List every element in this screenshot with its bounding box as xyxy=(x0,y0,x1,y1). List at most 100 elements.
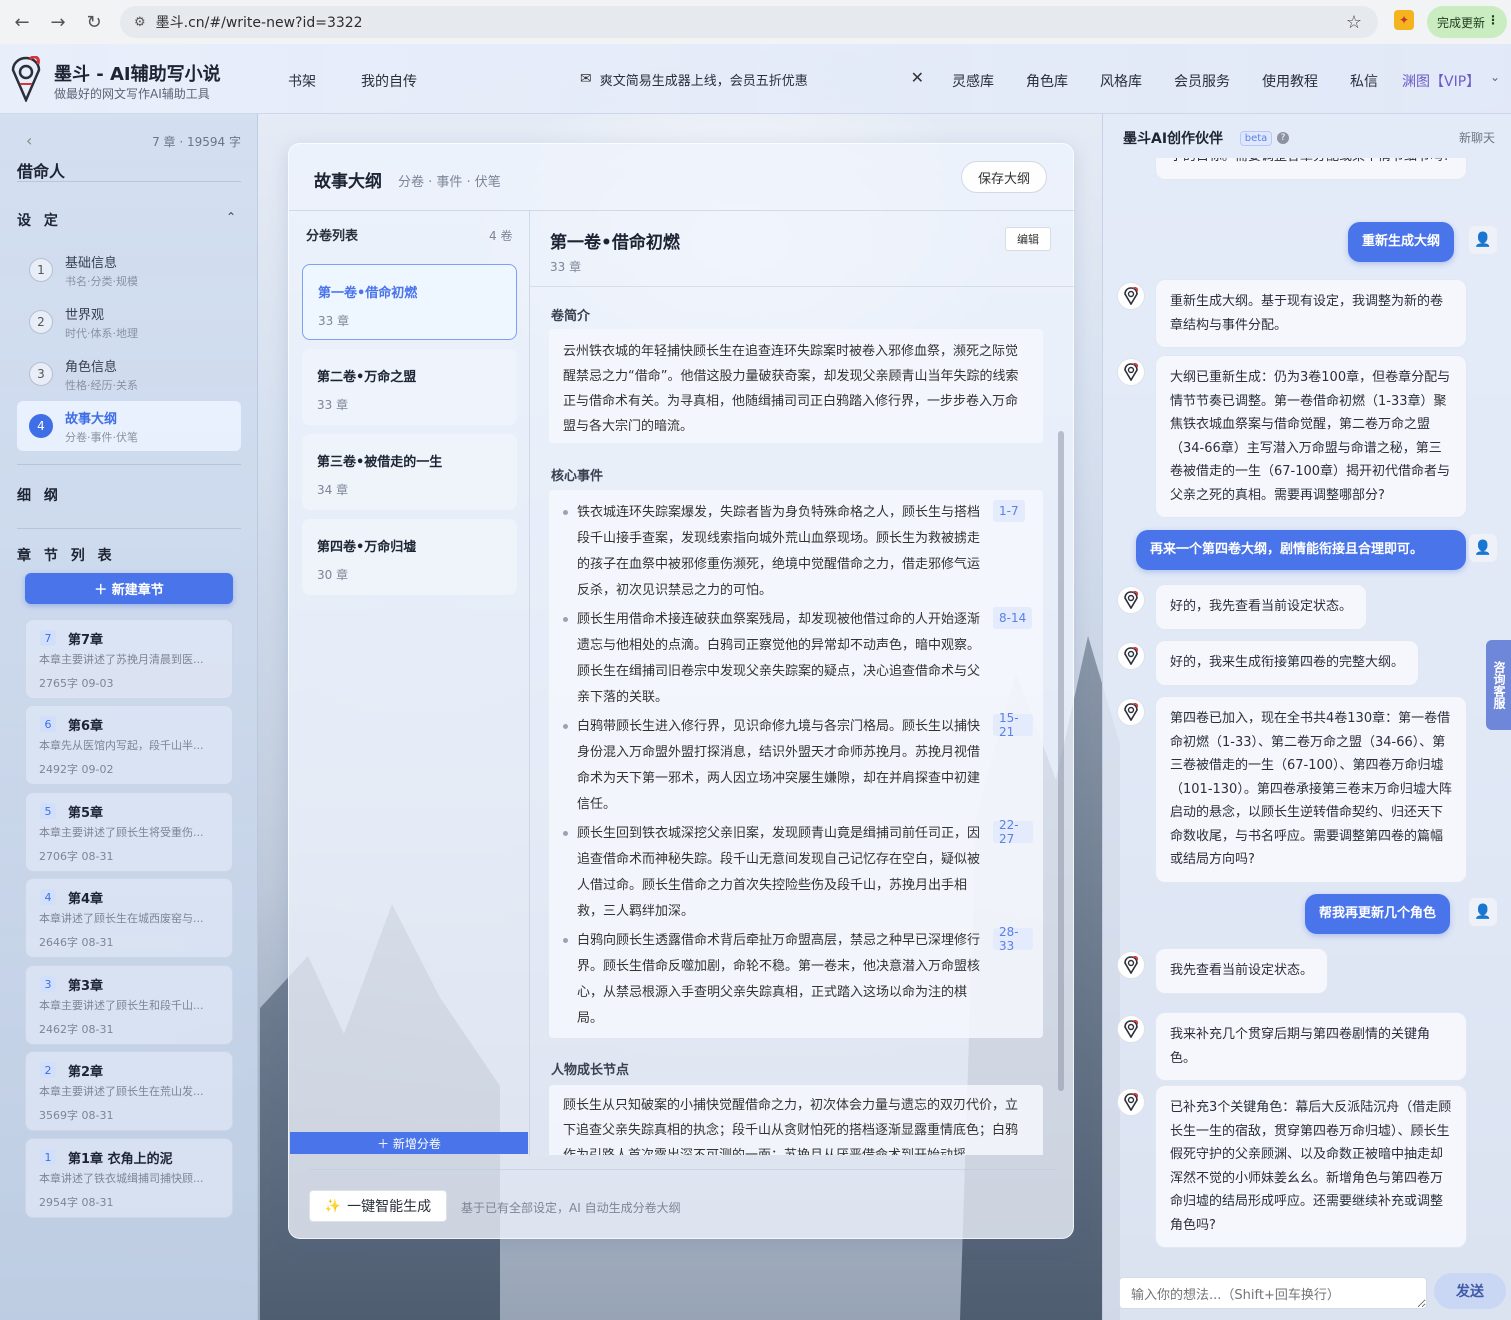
chapter-title: 第7章 xyxy=(68,633,104,648)
user-avatar-icon: 👤 xyxy=(1469,534,1497,562)
new-chat-button[interactable]: 新聊天 xyxy=(1459,129,1495,146)
send-button[interactable]: 发送 xyxy=(1434,1273,1506,1309)
chapter-card[interactable]: 5 第5章 本章主要讲述了顾长生将受重伤... 2706字 08-31 xyxy=(25,792,233,872)
close-icon[interactable]: ✕ xyxy=(911,68,924,87)
event-chapter-range: 1-7 xyxy=(993,500,1025,522)
growth-box: 顾长生从只知破案的小捕快觉醒借命之力，初次体会力量与遗忘的双刃代价，立下追查父亲… xyxy=(549,1085,1043,1155)
nav-messages[interactable]: 私信 xyxy=(1350,71,1378,91)
announcement-text[interactable]: 爽文简易生成器上线，会员五折优惠 xyxy=(600,70,808,89)
chapter-card[interactable]: 2 第2章 本章主要讲述了顾长生在荒山发... 3569字 08-31 xyxy=(25,1051,233,1131)
site-settings-icon[interactable]: ⚙ xyxy=(134,15,146,30)
extension-icon[interactable]: ✦ xyxy=(1394,10,1414,30)
chapter-card[interactable]: 4 第4章 本章讲述了顾长生在城西废窑与... 2646字 08-31 xyxy=(25,878,233,958)
save-outline-button[interactable]: 保存大纲 xyxy=(961,161,1047,193)
ai-message: 字的目标。需要调整各章分配或某个情节细节吗? xyxy=(1155,158,1467,180)
browser-toolbar: ← → ↻ ⚙ 墨斗.cn/#/write-new?id=3322 ☆ ✦ 完成… xyxy=(0,0,1511,44)
forward-icon[interactable]: → xyxy=(40,4,76,40)
help-icon[interactable]: ? xyxy=(1277,132,1289,144)
nav-styles[interactable]: 风格库 xyxy=(1100,71,1142,91)
edit-volume-button[interactable]: 编辑 xyxy=(1005,227,1051,251)
ai-message: 重新生成大纲。基于现有设定，我调整为新的卷章结构与事件分配。 xyxy=(1155,279,1467,348)
brand-title[interactable]: 墨斗 - AI辅助写小说 xyxy=(54,60,221,86)
new-chapter-button[interactable]: ＋ 新建章节 xyxy=(25,573,233,604)
customer-service-tab[interactable]: 咨询客服 xyxy=(1486,640,1511,730)
volume-list: 分卷列表 4 卷 第一卷•借命初燃 33 章 第二卷•万命之盟 33 章 第三卷… xyxy=(289,211,529,1156)
smart-generate-button[interactable]: ✨ 一键智能生成 xyxy=(309,1190,447,1222)
event-text: 顾长生回到铁衣城深挖父亲旧案，发现顾青山竟是缉捕司前任司正，因追查借命术而神秘失… xyxy=(577,826,981,919)
ai-message: 好的，我来生成衔接第四卷的完整大纲。 xyxy=(1155,640,1420,686)
bullet xyxy=(563,938,568,943)
address-bar[interactable]: ⚙ 墨斗.cn/#/write-new?id=3322 ☆ xyxy=(120,6,1378,38)
more-vert-icon: ⋮ xyxy=(1487,13,1499,27)
step-worldview[interactable]: 2 世界观 时代·体系·地理 xyxy=(17,297,241,347)
nav-characters[interactable]: 角色库 xyxy=(1026,71,1068,91)
user-message: 再来一个第四卷大纲，剧情能衔接且合理即可。 xyxy=(1136,530,1466,570)
add-volume-button[interactable]: ＋ 新增分卷 xyxy=(290,1132,528,1154)
step-subtitle: 分卷·事件·伏笔 xyxy=(65,431,138,444)
volume-card[interactable]: 第二卷•万命之盟 33 章 xyxy=(302,349,517,425)
intro-box: 云州铁衣城的年轻捕快顾长生在追查连环失踪案时被卷入邪修血祭，濒死之际觉醒禁忌之力… xyxy=(549,329,1043,443)
intro-section-header: 卷简介 xyxy=(551,309,591,324)
step-title: 故事大纲 xyxy=(65,412,118,427)
bookmark-star-icon[interactable]: ☆ xyxy=(1346,12,1362,33)
chapter-card[interactable]: 6 第6章 本章先从医馆内写起，段千山半... 2492字 09-02 xyxy=(25,705,233,785)
settings-section-header[interactable]: 设 定 xyxy=(17,210,62,230)
volume-detail: 第一卷•借命初燃 33 章 编辑 卷简介 云州铁衣城的年轻捕快顾长生在追查连环失… xyxy=(530,211,1074,1156)
announcement-bar[interactable]: ✉ 爽文简易生成器上线，会员五折优惠 ✕ xyxy=(566,62,936,96)
chapter-number-badge: 2 xyxy=(40,1062,56,1078)
book-stats: 7 章 · 19594 字 xyxy=(152,135,241,149)
bullet xyxy=(563,617,568,622)
volume-detail-scroll[interactable]: 卷简介 云州铁衣城的年轻捕快顾长生在追查连环失踪案时被卷入邪修血祭，濒死之际觉醒… xyxy=(530,287,1060,1155)
outline-panel: 故事大纲 分卷 · 事件 · 伏笔 保存大纲 分卷列表 4 卷 第一卷•借命初燃… xyxy=(288,143,1075,1239)
chapter-summary: 本章主要讲述了顾长生和段千山... xyxy=(39,999,204,1012)
chat-input[interactable] xyxy=(1119,1277,1427,1309)
growth-text: 顾长生从只知破案的小捕快觉醒借命之力，初次体会力量与遗忘的双刃代价，立下追查父亲… xyxy=(563,1098,1019,1155)
volume-card[interactable]: 第三卷•被借走的一生 34 章 xyxy=(302,434,517,510)
chat-title: 墨斗AI创作伙伴 xyxy=(1123,131,1224,147)
detail-outline-link[interactable]: 细 纲 xyxy=(17,485,62,505)
scrollbar[interactable] xyxy=(1058,431,1064,1091)
back-icon[interactable]: ← xyxy=(4,4,40,40)
nav-tutorial[interactable]: 使用教程 xyxy=(1262,71,1318,91)
volume-chapter-count: 34 章 xyxy=(317,483,349,497)
event-chapter-range: 22-27 xyxy=(993,818,1033,846)
event-text: 铁衣城连环失踪案爆发，失踪者皆为身负特殊命格之人，顾长生与搭档段千山接手查案，发… xyxy=(577,505,981,598)
reload-icon[interactable]: ↻ xyxy=(76,4,112,40)
bot-avatar-icon xyxy=(1117,951,1145,979)
bot-avatar-icon xyxy=(1117,1088,1145,1116)
step-basic-info[interactable]: 1 基础信息 书名·分类·规模 xyxy=(17,245,241,295)
update-button[interactable]: 完成更新 ⋮ xyxy=(1427,6,1507,38)
volume-name: 第三卷•被借走的一生 xyxy=(317,455,443,470)
chapter-summary: 本章主要讲述了苏挽月清晨到医... xyxy=(39,653,204,666)
chapter-title: 第6章 xyxy=(68,719,104,734)
ai-chat-panel: 墨斗AI创作伙伴 beta ? 新聊天 字的目标。需要调整各章分配或某个情节细节… xyxy=(1102,114,1511,1320)
chapter-meta: 2954字 08-31 xyxy=(39,1196,114,1209)
step-character-info[interactable]: 3 角色信息 性格·经历·关系 xyxy=(17,349,241,399)
chapter-title: 第5章 xyxy=(68,806,104,821)
brand-subtitle: 做最好的网文写作AI辅助工具 xyxy=(54,87,210,101)
chevron-left-icon[interactable]: ‹ xyxy=(26,131,32,150)
chapter-card[interactable]: 7 第7章 本章主要讲述了苏挽月清晨到医... 2765字 09-03 xyxy=(25,619,233,699)
volume-list-header: 分卷列表 xyxy=(306,229,359,244)
nav-bookshelf[interactable]: 书架 xyxy=(288,71,316,91)
volume-card[interactable]: 第四卷•万命归墟 30 章 xyxy=(302,519,517,595)
nav-inspiration[interactable]: 灵感库 xyxy=(952,71,994,91)
user-avatar-icon: 👤 xyxy=(1469,226,1497,254)
events-section-header: 核心事件 xyxy=(551,469,604,484)
nav-autobiography[interactable]: 我的自传 xyxy=(361,71,417,91)
chevron-down-icon[interactable]: ⌄ xyxy=(1490,70,1500,84)
bot-avatar-icon xyxy=(1117,698,1145,726)
chapter-card[interactable]: 1 第1章 衣角上的泥 本章讲述了铁衣城缉捕司捕快顾... 2954字 08-3… xyxy=(25,1138,233,1218)
step-subtitle: 性格·经历·关系 xyxy=(65,379,138,392)
intro-text: 云州铁衣城的年轻捕快顾长生在追查连环失踪案时被卷入邪修血祭，濒死之际觉醒禁忌之力… xyxy=(563,344,1019,434)
brand-logo-icon[interactable] xyxy=(10,56,42,102)
chevron-up-icon[interactable]: ⌃ xyxy=(226,210,236,224)
chapter-card[interactable]: 3 第3章 本章主要讲述了顾长生和段千山... 2462字 08-31 xyxy=(25,965,233,1045)
chat-messages[interactable]: 字的目标。需要调整各章分配或某个情节细节吗? 重新生成大纲 👤 重新生成大纲。基… xyxy=(1103,158,1511,1268)
chapter-number-badge: 1 xyxy=(40,1149,56,1165)
step-story-outline[interactable]: 4 故事大纲 分卷·事件·伏笔 xyxy=(17,401,241,451)
nav-membership[interactable]: 会员服务 xyxy=(1174,71,1230,91)
volume-chapter-count: 33 章 xyxy=(317,398,349,412)
volume-card[interactable]: 第一卷•借命初燃 33 章 xyxy=(302,264,517,340)
user-menu[interactable]: 渊图【VIP】 xyxy=(1402,71,1480,91)
